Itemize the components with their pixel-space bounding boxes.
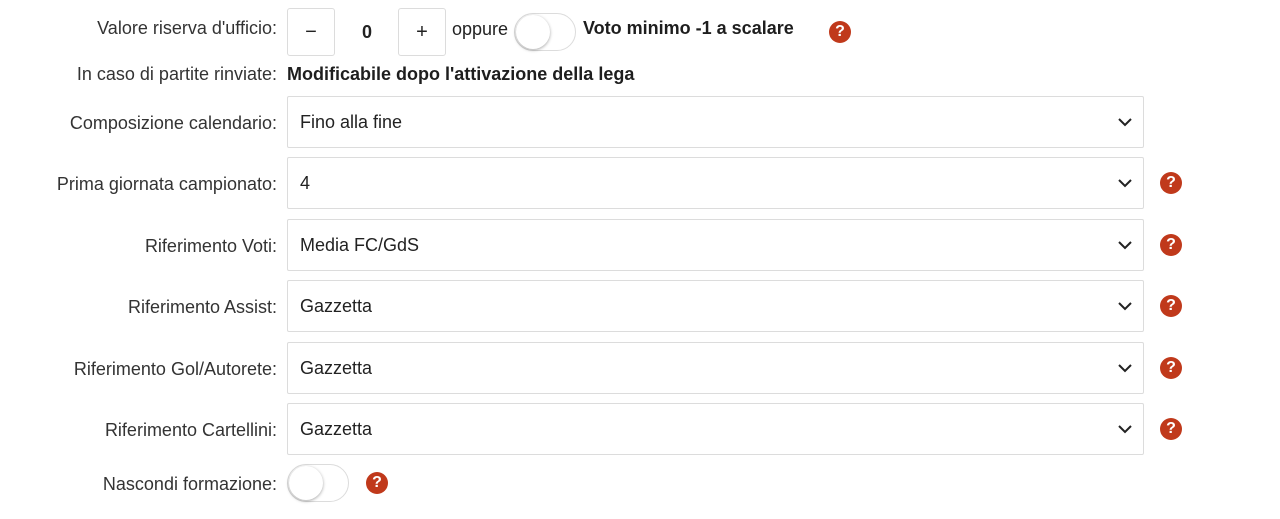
calendar-label: Composizione calendario:: [69, 113, 277, 133]
votes-ref-select-value: Media FC/GdS: [300, 234, 420, 255]
first-day-row: Prima giornata campionato: 4 ?: [0, 157, 1280, 209]
increment-button[interactable]: +: [398, 8, 446, 56]
hide-lineup-row: Nascondi formazione: ?: [0, 462, 1280, 506]
postponed-value: Modificabile dopo l'attivazione della le…: [287, 64, 635, 84]
first-day-select[interactable]: 4: [287, 157, 1144, 209]
chevron-down-icon: [1118, 241, 1132, 250]
help-icon[interactable]: ?: [1160, 295, 1182, 317]
goals-ref-select-value: Gazzetta: [300, 357, 373, 378]
or-text: oppure: [452, 19, 509, 39]
hide-lineup-toggle[interactable]: [287, 464, 349, 502]
hide-lineup-label: Nascondi formazione:: [102, 474, 277, 494]
assist-ref-select-value: Gazzetta: [300, 295, 373, 316]
chevron-down-icon: [1118, 179, 1132, 188]
help-icon[interactable]: ?: [829, 21, 851, 43]
chevron-down-icon: [1118, 302, 1132, 311]
decrement-button[interactable]: −: [287, 8, 335, 56]
help-icon[interactable]: ?: [366, 472, 388, 494]
help-icon[interactable]: ?: [1160, 418, 1182, 440]
assist-ref-row: Riferimento Assist: Gazzetta ?: [0, 280, 1280, 332]
toggle-knob: [289, 466, 323, 500]
chevron-down-icon: [1118, 364, 1132, 373]
toggle-knob: [516, 15, 550, 49]
cards-ref-row: Riferimento Cartellini: Gazzetta ?: [0, 403, 1280, 455]
goals-ref-row: Riferimento Gol/Autorete: Gazzetta ?: [0, 342, 1280, 394]
first-day-label: Prima giornata campionato:: [56, 174, 277, 194]
chevron-down-icon: [1118, 118, 1132, 127]
calendar-select-value: Fino alla fine: [300, 111, 403, 132]
min-vote-toggle[interactable]: [514, 13, 576, 51]
goals-ref-label: Riferimento Gol/Autorete:: [73, 359, 277, 379]
cards-ref-select[interactable]: Gazzetta: [287, 403, 1144, 455]
help-icon[interactable]: ?: [1160, 172, 1182, 194]
calendar-row: Composizione calendario: Fino alla fine: [0, 96, 1280, 148]
assist-ref-select[interactable]: Gazzetta: [287, 280, 1144, 332]
reserve-label: Valore riserva d'ufficio:: [97, 18, 277, 38]
goals-ref-select[interactable]: Gazzetta: [287, 342, 1144, 394]
postponed-row: In caso di partite rinviate: Modificabil…: [0, 60, 1280, 90]
first-day-select-value: 4: [300, 172, 311, 193]
reserve-row: Valore riserva d'ufficio: − 0 + oppure V…: [0, 4, 1280, 56]
calendar-select[interactable]: Fino alla fine: [287, 96, 1144, 148]
cards-ref-select-value: Gazzetta: [300, 418, 373, 439]
chevron-down-icon: [1118, 425, 1132, 434]
min-vote-label: Voto minimo -1 a scalare: [583, 18, 794, 38]
votes-ref-select[interactable]: Media FC/GdS: [287, 219, 1144, 271]
votes-ref-row: Riferimento Voti: Media FC/GdS ?: [0, 219, 1280, 271]
cards-ref-label: Riferimento Cartellini:: [104, 420, 277, 440]
reserve-value: 0: [361, 21, 372, 42]
postponed-label: In caso di partite rinviate:: [76, 64, 277, 84]
votes-ref-label: Riferimento Voti:: [144, 236, 277, 256]
help-icon[interactable]: ?: [1160, 357, 1182, 379]
assist-ref-label: Riferimento Assist:: [127, 297, 277, 317]
help-icon[interactable]: ?: [1160, 234, 1182, 256]
